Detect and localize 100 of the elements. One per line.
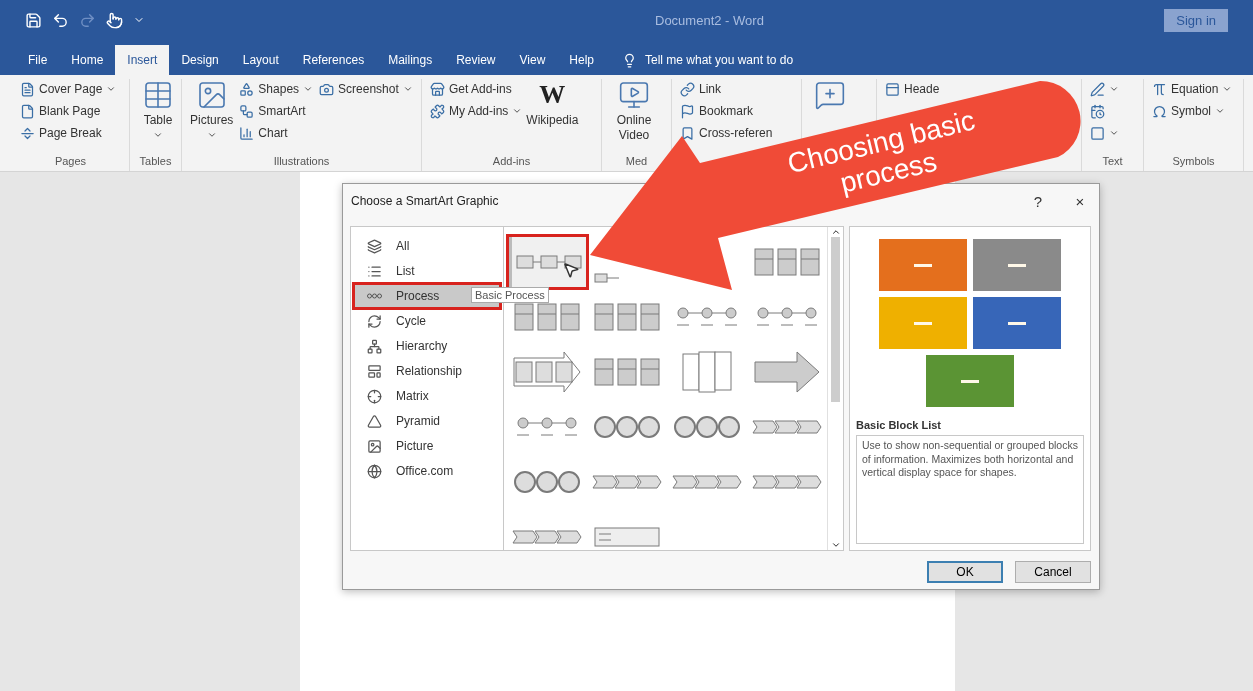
layout-thumbnail[interactable]	[592, 474, 662, 489]
ribbon-tab[interactable]: Mailings	[376, 45, 445, 75]
chevrons-layout-icon	[752, 474, 822, 489]
layout-thumbnail[interactable]	[594, 302, 660, 331]
ribbon-tab[interactable]: Home	[59, 45, 116, 75]
scrollbar[interactable]	[827, 227, 843, 550]
ribbon-button[interactable]: Shapes	[239, 81, 314, 97]
circles-layout-icon	[514, 470, 580, 493]
layout-thumbnail[interactable]	[594, 415, 660, 438]
page-break-icon	[20, 125, 35, 141]
frame-icon	[1090, 125, 1105, 141]
ribbon-tab[interactable]: Layout	[230, 45, 291, 75]
picture-icon	[367, 438, 382, 454]
ribbon-button[interactable]: SmartArt	[239, 103, 314, 119]
undo-icon[interactable]	[52, 11, 69, 29]
layout-thumbnail[interactable]	[754, 350, 820, 393]
layout-name: Basic Block List	[856, 419, 942, 431]
layout-thumbnail[interactable]	[594, 526, 660, 547]
redo-icon[interactable]	[79, 11, 96, 29]
category-item[interactable]: Relationship	[355, 360, 499, 382]
ribbon-button[interactable]: Table	[138, 79, 178, 140]
layout-thumbnail[interactable]	[752, 474, 822, 489]
category-item[interactable]: Picture	[355, 435, 499, 457]
layout-thumbnail[interactable]	[754, 247, 820, 276]
ribbon-button[interactable]: Heade	[885, 81, 940, 97]
layout-thumbnail[interactable]	[514, 302, 580, 331]
ribbon-button[interactable]: Blank Page	[20, 103, 117, 119]
ribbon-button[interactable]: My Add-ins	[430, 103, 523, 119]
stacked-boxes-icon	[754, 247, 820, 276]
group-label: Pages	[54, 155, 87, 169]
close-button[interactable]: ×	[1069, 191, 1091, 211]
columns-layout-icon	[682, 350, 732, 393]
layout-thumbnail[interactable]	[752, 419, 822, 434]
ribbon-tab[interactable]: References	[290, 45, 377, 75]
ribbon-tab[interactable]: Help	[557, 45, 606, 75]
dialog-title: Choose a SmartArt Graphic	[351, 194, 499, 208]
layout-fragment-icon	[594, 273, 620, 283]
category-item[interactable]: Matrix	[355, 385, 499, 407]
blank-page-icon	[20, 103, 35, 119]
header-icon	[885, 81, 900, 97]
ribbon-button[interactable]: Bookmark	[680, 103, 773, 119]
touch-icon[interactable]	[106, 11, 123, 29]
tell-me-search[interactable]: Tell me what you want to do	[616, 45, 800, 75]
ribbon-tab[interactable]: Design	[169, 45, 231, 75]
category-item[interactable]: All	[355, 235, 499, 257]
layout-thumbnail[interactable]	[594, 273, 620, 283]
ribbon-button[interactable]: Page Break	[20, 125, 117, 141]
layout-thumbnail[interactable]	[674, 415, 740, 438]
layout-thumbnail[interactable]	[682, 350, 732, 393]
category-item[interactable]: Cycle	[355, 310, 499, 332]
globe-icon	[367, 463, 382, 479]
cancel-button[interactable]: Cancel	[1015, 561, 1091, 583]
pen-icon	[1090, 81, 1105, 97]
ribbon-tab[interactable]: File	[16, 45, 60, 75]
layout-thumbnail[interactable]	[756, 307, 818, 326]
ribbon-button[interactable]: W Wikipedia	[528, 79, 577, 128]
layout-thumbnail[interactable]	[676, 307, 738, 326]
layout-thumbnail[interactable]	[512, 529, 582, 544]
ribbon-button[interactable]	[1090, 125, 1119, 141]
bookmark-icon	[680, 125, 695, 141]
category-item[interactable]: Hierarchy	[355, 335, 499, 357]
save-icon[interactable]	[25, 11, 42, 29]
ribbon-button[interactable]: Screenshot	[319, 81, 413, 97]
layout-thumbnail[interactable]	[513, 350, 581, 393]
ribbon-tab[interactable]: Insert	[115, 45, 170, 75]
layout-thumbnail[interactable]	[516, 417, 578, 436]
omega-icon	[1152, 103, 1167, 119]
smartart-icon	[239, 103, 255, 119]
layers-icon	[367, 238, 382, 254]
ribbon-tab[interactable]: View	[507, 45, 558, 75]
category-item[interactable]: List	[355, 260, 499, 282]
ribbon-button[interactable]: Chart	[239, 125, 314, 141]
ok-button[interactable]: OK	[927, 561, 1003, 583]
ribbon-button[interactable]: Online Video	[610, 79, 658, 143]
ribbon-button[interactable]: Symbol	[1152, 103, 1233, 119]
chevrons-layout-icon	[512, 529, 582, 544]
help-button[interactable]: ?	[1027, 191, 1049, 211]
ribbon-button[interactable]: Link	[680, 81, 773, 97]
ribbon-button[interactable]: Pictures	[190, 79, 234, 140]
dotted-line-icon	[516, 417, 578, 436]
group-label: Med	[625, 155, 648, 169]
ribbon-tab[interactable]: Review	[444, 45, 508, 75]
layout-thumbnail[interactable]	[508, 236, 586, 287]
layout-thumbnail[interactable]	[594, 357, 660, 386]
ribbon-button[interactable]: Get Add-ins	[430, 81, 523, 97]
store-icon	[430, 81, 445, 97]
category-item[interactable]: Pyramid	[355, 410, 499, 432]
ribbon-button[interactable]: Equation	[1152, 81, 1233, 97]
ribbon-button[interactable]	[1090, 81, 1119, 97]
flag-icon	[680, 103, 695, 119]
layout-thumbnail[interactable]	[514, 470, 580, 493]
scroll-down-icon[interactable]	[830, 540, 841, 550]
arrow-boxes-icon	[513, 350, 581, 393]
layout-thumbnail[interactable]	[672, 474, 742, 489]
dotted-line-icon	[756, 307, 818, 326]
ribbon-button[interactable]: Cross-referen	[680, 125, 773, 141]
ribbon-button[interactable]: Cover Page	[20, 81, 117, 97]
category-item[interactable]: Office.com	[355, 460, 499, 482]
shapes-icon	[239, 81, 255, 97]
scroll-up-icon[interactable]	[830, 227, 841, 237]
